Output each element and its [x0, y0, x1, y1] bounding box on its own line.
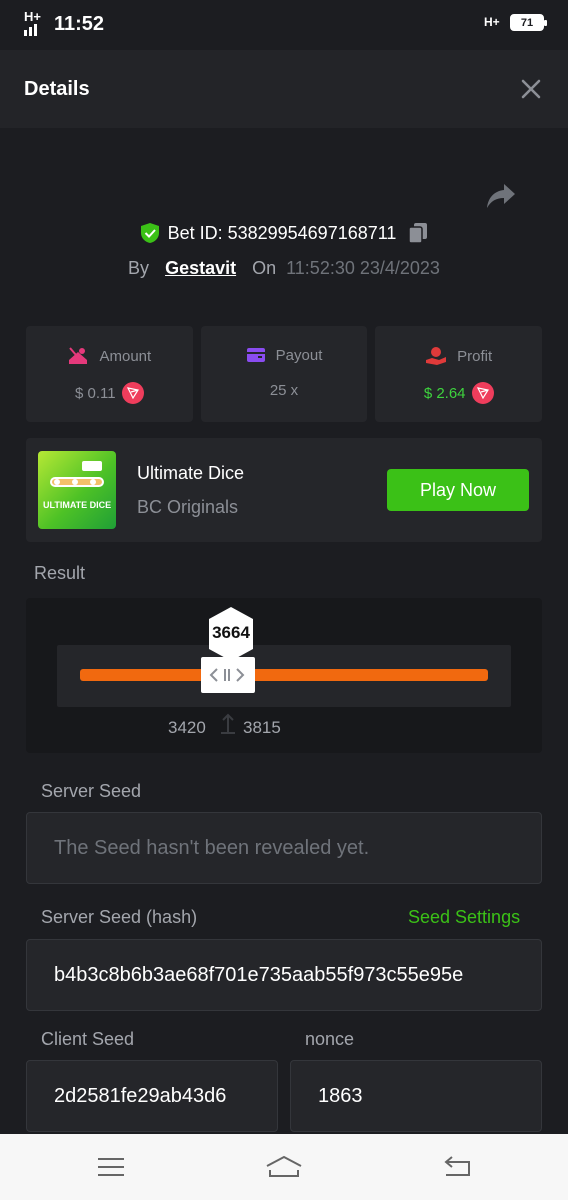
game-name: Ultimate Dice: [137, 463, 245, 483]
username-link[interactable]: Gestavit: [165, 258, 236, 279]
trx-coin-icon: [121, 382, 144, 404]
clock: 11:52: [54, 12, 105, 35]
amount-value: $ 0.11: [75, 384, 116, 402]
seed-settings-link[interactable]: Seed Settings: [408, 907, 520, 928]
game-provider: BC Originals: [137, 497, 239, 517]
server-seed-hash-field[interactable]: b4b3c8b6b3ae68f701e735aab55f973c55e95e: [26, 939, 542, 1011]
amount-label: Amount: [99, 347, 152, 365]
game-card: ULTIMATE DICE Ultimate Dice BC Originals…: [26, 438, 542, 542]
server-seed-label: Server Seed: [41, 781, 142, 801]
on-label: On: [252, 258, 277, 278]
slider-track: [80, 669, 488, 681]
signal-icon: H+: [24, 9, 46, 36]
bet-id-row: Bet ID: 53829954697168711: [0, 222, 568, 244]
thumb-badge: [82, 461, 102, 471]
bet-id: Bet ID: 53829954697168711: [167, 222, 397, 243]
back-icon[interactable]: [442, 1154, 472, 1180]
signal-type: H+: [24, 9, 41, 24]
wallet-icon: [246, 348, 265, 362]
profit-label: Profit: [457, 347, 493, 365]
details-content: Bet ID: 53829954697168711 By Gestavit On…: [0, 128, 568, 1134]
home-icon[interactable]: [265, 1154, 303, 1180]
payout-value: 25 x: [269, 382, 299, 399]
result-label: Result: [34, 563, 86, 583]
nonce-label: nonce: [305, 1029, 355, 1049]
slider-handle-icon: [209, 668, 245, 682]
signal-icon-2: H+: [484, 15, 500, 29]
profit-value: $ 2.64: [423, 384, 466, 402]
slider-handle[interactable]: [201, 657, 255, 693]
range-low: 3420: [168, 718, 206, 737]
shield-check-icon: [140, 223, 159, 243]
by-label: By: [128, 258, 150, 278]
page-title: Details: [24, 78, 90, 100]
client-seed-label: Client Seed: [41, 1029, 135, 1049]
profit-icon: [426, 347, 447, 365]
server-seed-field: The Seed hasn't been revealed yet.: [26, 812, 542, 884]
status-right: H+ 71: [484, 14, 547, 31]
client-seed-field[interactable]: 2d2581fe29ab43d6: [26, 1060, 278, 1132]
arrow-up-icon: [221, 713, 235, 734]
stat-amount: Amount $ 0.11: [26, 326, 193, 422]
payout-label: Payout: [275, 346, 323, 364]
menu-icon[interactable]: [96, 1154, 126, 1180]
details-header: Details: [0, 50, 568, 128]
share-icon[interactable]: [486, 182, 516, 210]
amount-icon: [69, 347, 88, 364]
nonce-field[interactable]: 1863: [290, 1060, 542, 1132]
stat-profit: Profit $ 2.64: [375, 326, 543, 422]
close-icon[interactable]: [520, 78, 542, 100]
stat-payout: Payout 25 x: [200, 326, 368, 422]
system-nav-bar: [0, 1134, 568, 1200]
result-panel: 3664 3420 3815: [26, 598, 542, 753]
play-now-button[interactable]: Play Now: [387, 469, 529, 511]
copy-icon[interactable]: [408, 222, 428, 244]
page: H+ 11:52 H+ 71 Details Bet ID: 538299546…: [0, 0, 568, 1200]
battery-icon: 71: [510, 14, 547, 31]
game-thumbnail[interactable]: ULTIMATE DICE: [38, 451, 116, 529]
trx-coin-icon: [471, 382, 494, 404]
status-left: H+ 11:52: [24, 9, 105, 36]
bet-stats: Amount $ 0.11 Payout 25 x Profit $ 2.64: [26, 326, 543, 422]
result-value: 3664: [212, 623, 250, 642]
server-seed-hash-label: Server Seed (hash): [41, 907, 198, 927]
bet-datetime: 11:52:30 23/4/2023: [286, 258, 440, 278]
battery-level: 71: [520, 16, 534, 29]
thumb-title: ULTIMATE DICE: [43, 500, 112, 510]
bet-meta: By Gestavit On 11:52:30 23/4/2023: [0, 258, 568, 279]
range-high: 3815: [243, 718, 281, 737]
status-bar: H+ 11:52 H+ 71: [0, 0, 568, 50]
